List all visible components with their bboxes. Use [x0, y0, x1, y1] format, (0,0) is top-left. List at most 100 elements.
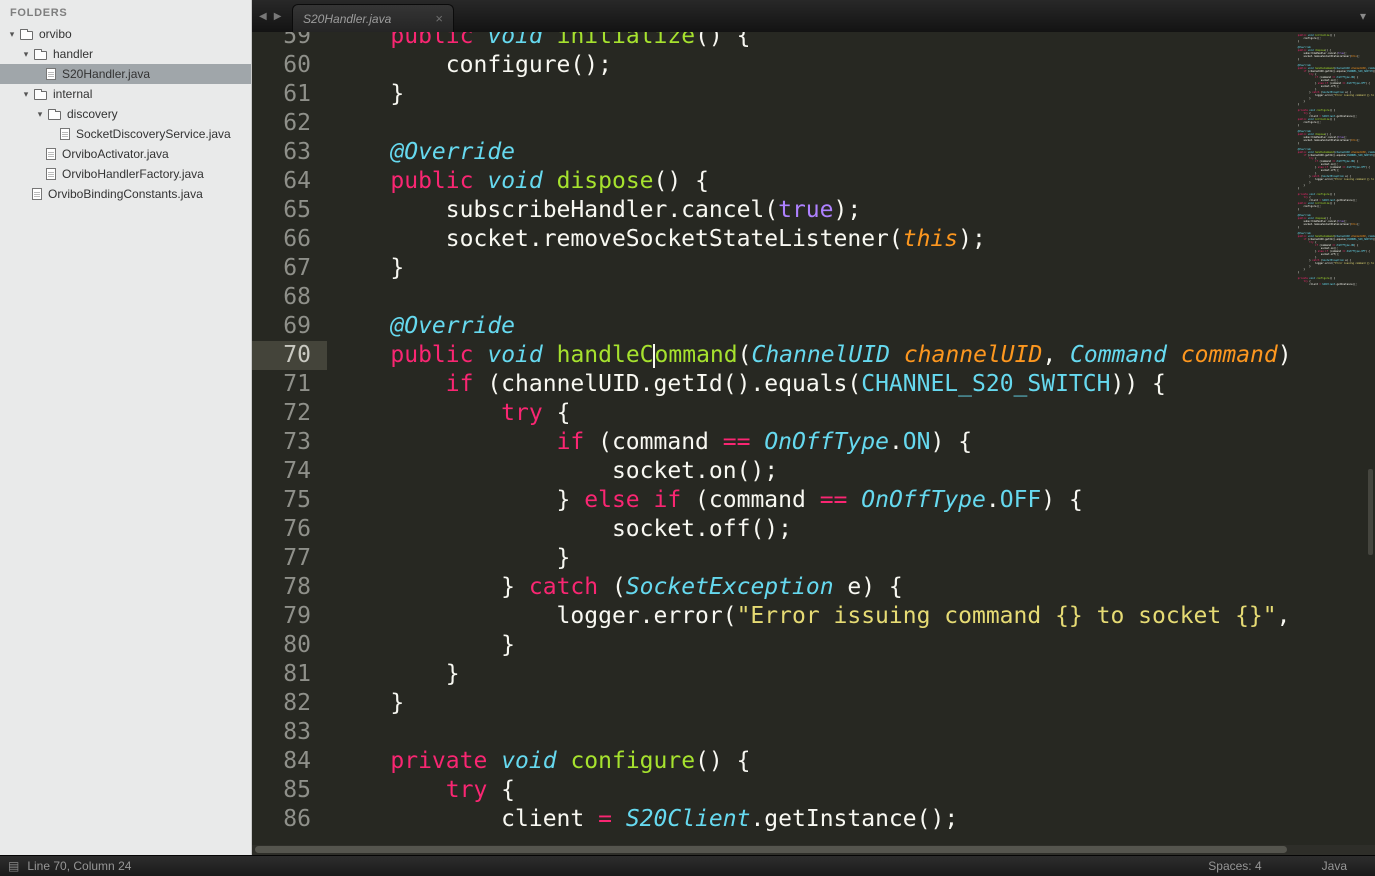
code-line: public void dispose() { — [327, 167, 709, 196]
tree-item-label: discovery — [67, 107, 118, 121]
expand-triangle-icon[interactable]: ▾ — [6, 29, 18, 40]
tree-file-socketdiscoveryservice-java[interactable]: SocketDiscoveryService.java — [0, 124, 251, 144]
tree-file-s20handler-java[interactable]: S20Handler.java — [0, 64, 251, 84]
tab-scroll-left-icon[interactable]: ◀ — [259, 11, 267, 22]
tree-folder-orvibo[interactable]: ▾ orvibo — [0, 24, 251, 44]
tab-nav-arrows: ◀ ▶ — [259, 0, 281, 32]
code-line: if (channelUID.getId().equals(CHANNEL_S2… — [327, 370, 1166, 399]
code-line: public void initialize() { — [327, 32, 750, 51]
line-number: 59 — [252, 32, 327, 51]
status-menu-icon[interactable]: ▤ — [8, 859, 19, 873]
line-number: 72 — [252, 399, 327, 428]
tab-overflow-dropdown-icon[interactable]: ▾ — [1360, 0, 1366, 32]
line-number: 74 — [252, 457, 327, 486]
line-number: 82 — [252, 689, 327, 718]
code-line: client = S20Client.getInstance(); — [327, 805, 958, 834]
cursor-position-label: Line 70, Column 24 — [27, 859, 1208, 873]
code-line: } — [327, 660, 460, 689]
line-number: 78 — [252, 573, 327, 602]
file-icon — [46, 68, 56, 80]
line-number: 70 — [252, 341, 327, 370]
line-number: 66 — [252, 225, 327, 254]
code-line: try { — [327, 399, 570, 428]
syntax-mode[interactable]: Java — [1322, 859, 1347, 873]
sidebar: FOLDERS ▾ orvibo ▾ handler S20Handler.java ▾ i… — [0, 0, 252, 855]
line-number: 73 — [252, 428, 327, 457]
line-number: 84 — [252, 747, 327, 776]
code-line: public void handleCommand(ChannelUID cha… — [327, 341, 1290, 370]
line-number: 85 — [252, 776, 327, 805]
line-number: 71 — [252, 370, 327, 399]
app-window: { "icons": { "back": "◀", "forward": "▶"… — [0, 0, 1375, 876]
tree-item-label: OrviboActivator.java — [62, 147, 169, 161]
code-line: @Override — [327, 312, 515, 341]
line-number: 60 — [252, 51, 327, 80]
code-line: socket.on(); — [327, 457, 778, 486]
code-editor[interactable]: 59 public void initialize() {60 configur… — [252, 32, 1290, 845]
code-line: socket.removeSocketStateListener(this); — [327, 225, 986, 254]
line-number: 65 — [252, 196, 327, 225]
tree-item-label: SocketDiscoveryService.java — [76, 127, 231, 141]
code-line: } — [327, 544, 570, 573]
minimap-content: public void initialize() { configure(); … — [1292, 34, 1375, 286]
line-number: 86 — [252, 805, 327, 834]
expand-triangle-icon[interactable]: ▾ — [20, 49, 32, 60]
line-number: 80 — [252, 631, 327, 660]
tree-file-orvibohandlerfactory-java[interactable]: OrviboHandlerFactory.java — [0, 164, 251, 184]
line-number: 83 — [252, 718, 327, 747]
editor-area: 59 public void initialize() {60 configur… — [252, 32, 1375, 845]
line-number: 67 — [252, 254, 327, 283]
line-number: 81 — [252, 660, 327, 689]
indentation-setting[interactable]: Spaces: 4 — [1208, 859, 1261, 873]
status-bar: ▤ Line 70, Column 24 Spaces: 4 Java — [0, 855, 1375, 876]
tab-bar: ◀ ▶ S20Handler.java × ▾ — [252, 0, 1375, 32]
line-number: 63 — [252, 138, 327, 167]
line-number: 62 — [252, 109, 327, 138]
expand-triangle-icon[interactable]: ▾ — [34, 109, 46, 120]
code-line: @Override — [327, 138, 515, 167]
code-line: } else if (command == OnOffType.OFF) { — [327, 486, 1083, 515]
code-line: logger.error("Error issuing command {} t… — [327, 602, 1290, 631]
folder-icon — [34, 51, 47, 60]
tree-item-label: S20Handler.java — [62, 67, 150, 81]
tab-label: S20Handler.java — [303, 12, 427, 26]
folders-header: FOLDERS — [0, 0, 251, 24]
tree-item-label: OrviboHandlerFactory.java — [62, 167, 204, 181]
line-number: 64 — [252, 167, 327, 196]
line-number: 76 — [252, 515, 327, 544]
file-icon — [46, 168, 56, 180]
code-line: } — [327, 689, 404, 718]
tree-folder-discovery[interactable]: ▾ discovery — [0, 104, 251, 124]
line-number: 79 — [252, 602, 327, 631]
code-line — [327, 109, 335, 138]
code-line: } — [327, 254, 404, 283]
tab-s20handler[interactable]: S20Handler.java × — [292, 4, 454, 32]
tree-folder-handler[interactable]: ▾ handler — [0, 44, 251, 64]
tree-item-label: orvibo — [39, 27, 72, 41]
line-number: 75 — [252, 486, 327, 515]
tab-scroll-right-icon[interactable]: ▶ — [274, 11, 282, 22]
tree-folder-internal[interactable]: ▾ internal — [0, 84, 251, 104]
tree-item-label: handler — [53, 47, 93, 61]
minimap-line: client = S20Client.getInstance(); — [1292, 283, 1375, 286]
minimap[interactable]: public void initialize() { configure(); … — [1290, 32, 1375, 845]
file-icon — [46, 148, 56, 160]
horizontal-scrollbar — [252, 845, 1375, 855]
tree-file-orviboactivator-java[interactable]: OrviboActivator.java — [0, 144, 251, 164]
vertical-scrollbar-thumb[interactable] — [1368, 469, 1373, 555]
horizontal-scrollbar-thumb[interactable] — [255, 846, 1287, 853]
code-line: } — [327, 631, 515, 660]
code-line: configure(); — [327, 51, 612, 80]
editor-pane: ◀ ▶ S20Handler.java × ▾ 59 public void i… — [252, 0, 1375, 855]
expand-triangle-icon[interactable]: ▾ — [20, 89, 32, 100]
tab-close-icon[interactable]: × — [435, 11, 443, 26]
code-line: try { — [327, 776, 515, 805]
folder-icon — [34, 91, 47, 100]
tree-file-orvibobindingconstants-java[interactable]: OrviboBindingConstants.java — [0, 184, 251, 204]
folder-tree: ▾orvibo▾handlerS20Handler.java▾internal▾… — [0, 24, 251, 204]
file-icon — [60, 128, 70, 140]
file-icon — [32, 188, 42, 200]
tree-item-label: internal — [53, 87, 92, 101]
tree-item-label: OrviboBindingConstants.java — [48, 187, 203, 201]
code-line: socket.off(); — [327, 515, 792, 544]
